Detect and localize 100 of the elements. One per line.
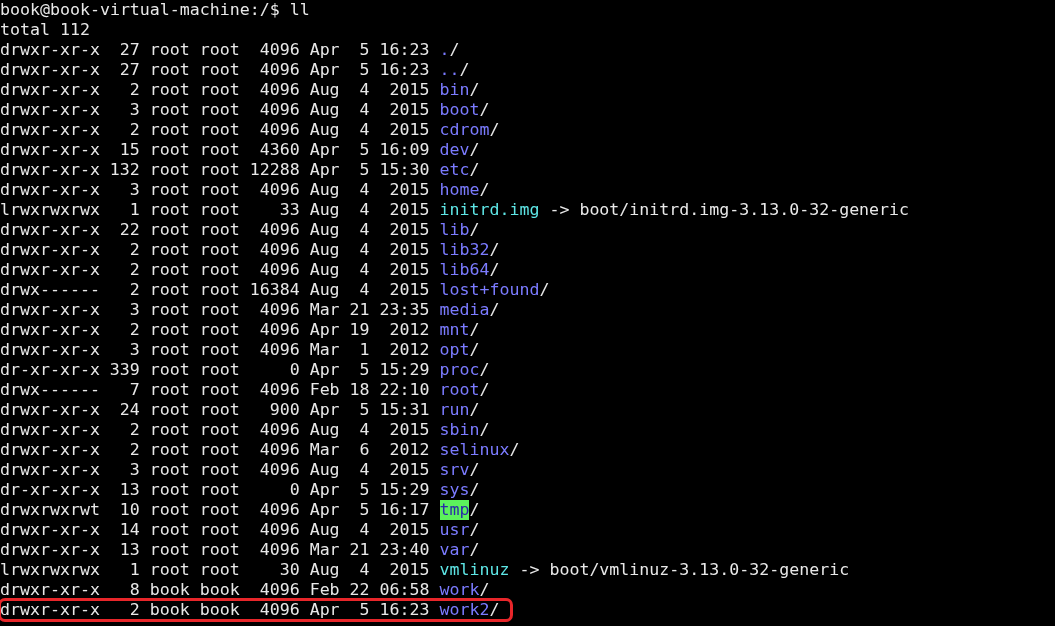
day-text: 18 (348, 380, 370, 400)
permissions-text: drwxr-xr-x (0, 340, 100, 360)
time-text: 16:09 (378, 140, 430, 160)
file-size: 16384 (248, 280, 300, 300)
day-text: 5 (358, 140, 370, 160)
day-text: 4 (358, 220, 370, 240)
file-size: 4096 (258, 40, 300, 60)
group-text: root (198, 380, 240, 400)
time-text: 2015 (388, 420, 430, 440)
time-text: 2015 (388, 200, 430, 220)
file-size: 4096 (258, 520, 300, 540)
slash-text: / (489, 300, 500, 320)
owner-text: root (148, 320, 190, 340)
owner-text: book (148, 600, 190, 620)
slash-text: / (469, 340, 480, 360)
slash-text: / (469, 480, 480, 500)
permissions-text: drwxr-xr-x (0, 540, 100, 560)
group-text: root (198, 280, 240, 300)
directory-name: boot (439, 100, 480, 120)
slash-text: / (479, 360, 490, 380)
day-text: 4 (358, 240, 370, 260)
day-text: 4 (358, 560, 370, 580)
file-size: 4096 (258, 240, 300, 260)
link-count: 3 (128, 340, 140, 360)
time-text: 22:10 (378, 380, 430, 400)
directory-name: tmp (439, 500, 470, 520)
day-text: 4 (358, 420, 370, 440)
month-text: Mar (308, 340, 340, 360)
file-size: 4096 (258, 320, 300, 340)
link-count: 3 (128, 460, 140, 480)
day-text: 5 (358, 400, 370, 420)
owner-text: root (148, 220, 190, 240)
link-count: 2 (128, 440, 140, 460)
link-count: 2 (128, 280, 140, 300)
month-text: Apr (308, 400, 340, 420)
link-count: 7 (128, 380, 140, 400)
file-size: 4096 (258, 380, 300, 400)
time-text: 15:29 (378, 360, 430, 380)
permissions-text: drwx------ (0, 380, 100, 400)
slash-text: / (489, 260, 500, 280)
month-text: Aug (308, 240, 340, 260)
month-text: Aug (308, 520, 340, 540)
time-text: 15:30 (378, 160, 430, 180)
month-text: Apr (308, 140, 340, 160)
directory-name: home (439, 180, 480, 200)
link-count: 27 (118, 40, 140, 60)
month-text: Aug (308, 460, 340, 480)
day-text: 1 (358, 340, 370, 360)
slash-text: / (469, 160, 480, 180)
permissions-text: drwx------ (0, 280, 100, 300)
group-text: root (198, 120, 240, 140)
owner-text: root (148, 500, 190, 520)
time-text: 2012 (388, 340, 430, 360)
slash-text: / (469, 80, 480, 100)
link-count: 3 (128, 300, 140, 320)
arrow-text: -> (548, 200, 571, 220)
day-text: 4 (358, 460, 370, 480)
file-size: 4096 (258, 340, 300, 360)
file-size: 4096 (258, 460, 300, 480)
group-text: root (198, 520, 240, 540)
group-text: root (198, 480, 240, 500)
day-text: 5 (358, 500, 370, 520)
permissions-text: drwxr-xr-x (0, 520, 100, 540)
month-text: Aug (308, 200, 340, 220)
link-count: 15 (118, 140, 140, 160)
day-text: 21 (348, 300, 370, 320)
link-count: 24 (118, 400, 140, 420)
link-count: 1 (128, 200, 140, 220)
group-text: root (198, 140, 240, 160)
owner-text: root (148, 140, 190, 160)
time-text: 2012 (388, 440, 430, 460)
slash-text: / (479, 180, 490, 200)
directory-name: srv (439, 460, 470, 480)
group-text: root (198, 360, 240, 380)
day-text: 5 (358, 480, 370, 500)
time-text: 2015 (388, 220, 430, 240)
owner-text: root (148, 80, 190, 100)
arrow-text: -> (518, 560, 541, 580)
day-text: 4 (358, 100, 370, 120)
link-count: 2 (128, 120, 140, 140)
permissions-text: drwxr-xr-x (0, 320, 100, 340)
group-text: root (198, 180, 240, 200)
slash-text: / (449, 40, 460, 60)
month-text: Feb (308, 380, 340, 400)
link-name: initrd.img (439, 200, 540, 220)
group-text: root (198, 60, 240, 80)
directory-name: cdrom (439, 120, 490, 140)
link-count: 2 (128, 260, 140, 280)
directory-name: selinux (439, 440, 510, 460)
day-text: 5 (358, 60, 370, 80)
link-count: 13 (118, 480, 140, 500)
day-text: 4 (358, 180, 370, 200)
directory-name: dev (439, 140, 470, 160)
link-count: 132 (108, 160, 140, 180)
month-text: Apr (308, 40, 340, 60)
link-target: boot/initrd.img-3.13.0-32-generic (579, 200, 910, 220)
group-text: root (198, 340, 240, 360)
month-text: Aug (308, 120, 340, 140)
group-text: root (198, 460, 240, 480)
link-count: 3 (128, 180, 140, 200)
